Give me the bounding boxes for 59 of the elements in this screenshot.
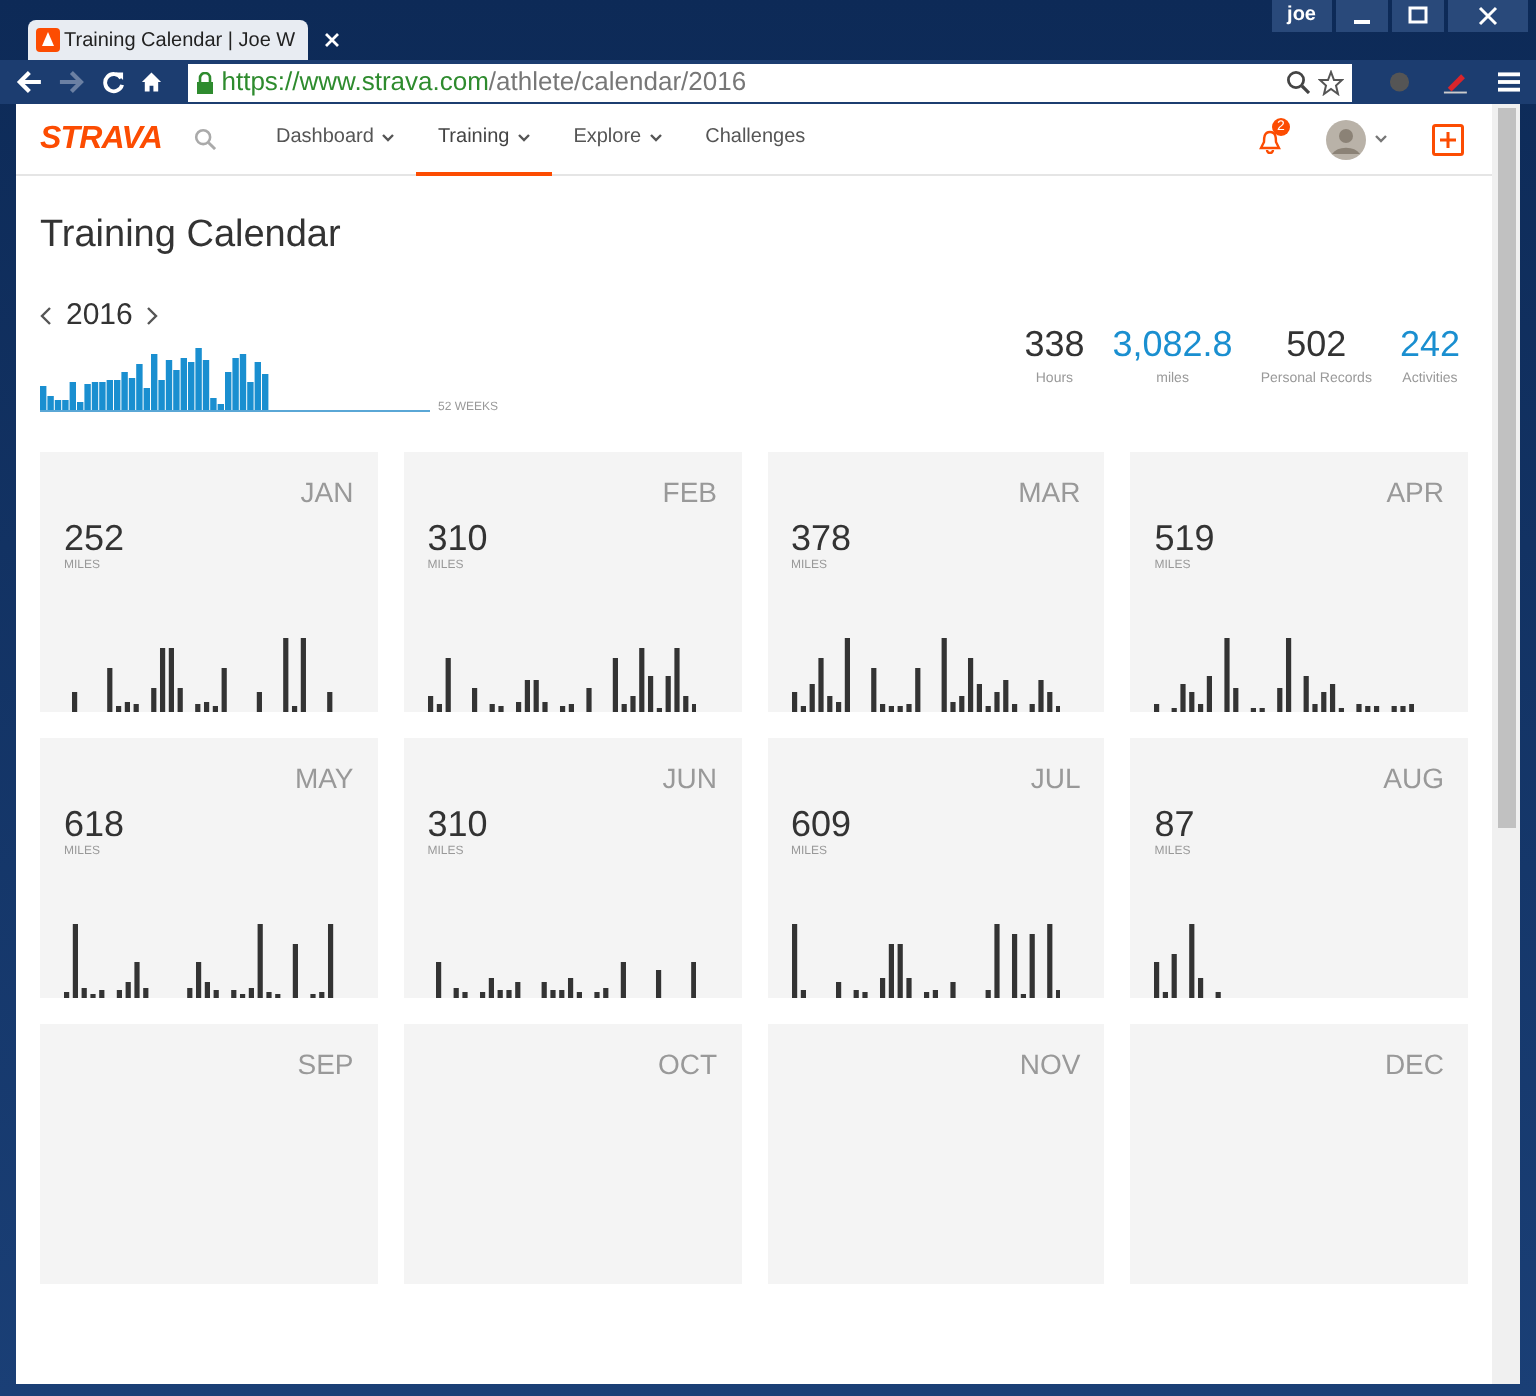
stat-value: 502 [1286, 322, 1347, 366]
month-name: JUN [662, 759, 717, 797]
url-text: https://www.strava.com/athlete/calendar/2016 [221, 64, 747, 101]
caret-icon [381, 133, 394, 141]
miles-value: 87 [1154, 803, 1197, 843]
close-icon[interactable] [1448, 0, 1528, 32]
month-name: MAY [294, 759, 354, 797]
home-icon[interactable] [140, 70, 164, 94]
reload-icon[interactable] [101, 70, 125, 94]
miles-value: 378 [791, 517, 854, 557]
back-icon[interactable] [16, 70, 43, 94]
miles-value: 252 [64, 517, 127, 557]
zoom-icon[interactable] [1285, 70, 1310, 94]
pen-icon[interactable] [1442, 70, 1470, 94]
bell-icon[interactable] [1258, 129, 1282, 153]
stat-value: 3,082.8 [1112, 322, 1233, 366]
nav-item[interactable]: Challenges [683, 103, 828, 175]
user-label: joe [1271, 0, 1332, 32]
caret-icon [649, 133, 662, 141]
chevron-right-icon[interactable] [146, 306, 159, 327]
month-name: DEC [1384, 1045, 1444, 1083]
month-name: SEP [297, 1045, 354, 1083]
month-name: JAN [300, 473, 354, 511]
month-name: AUG [1383, 759, 1444, 797]
miles-value: 310 [427, 803, 490, 843]
star-icon[interactable] [1317, 69, 1344, 95]
year-label: 2016 [66, 296, 133, 336]
stat-value: 338 [1024, 322, 1085, 366]
stat-value: 242 [1399, 322, 1460, 366]
scrollbar-thumb[interactable] [1497, 108, 1515, 828]
nav-item[interactable]: Dashboard [254, 103, 416, 175]
month-name: OCT [657, 1045, 717, 1083]
page-title: Training Calendar [40, 212, 343, 260]
lock-icon [195, 71, 214, 93]
caret-icon [517, 133, 530, 141]
minimize-icon[interactable] [1336, 0, 1388, 32]
month-name: JUL [1030, 759, 1081, 797]
flame-icon [36, 28, 60, 52]
maximize-icon[interactable] [1392, 0, 1444, 32]
add-icon[interactable] [1432, 123, 1464, 155]
avatar[interactable] [1326, 119, 1366, 159]
close-icon[interactable] [324, 32, 340, 48]
month-name: APR [1386, 473, 1444, 511]
menu-icon[interactable] [1497, 70, 1521, 94]
chevron-left-icon[interactable] [40, 306, 52, 327]
miles-value: 519 [1154, 517, 1217, 557]
nav-item[interactable]: Explore [551, 103, 684, 175]
address-bar[interactable]: https://www.strava.com/athlete/calendar/2016 [187, 63, 1352, 101]
nav-item[interactable]: Training [415, 103, 552, 175]
month-name: FEB [662, 473, 717, 511]
miles-value: 609 [791, 803, 854, 843]
miles-value: 310 [427, 517, 490, 557]
miles-value: 618 [64, 803, 127, 843]
browser-tab[interactable]: Training Calendar | Joe W [28, 20, 308, 60]
daily-bar-chart [1154, 923, 1222, 997]
forward-icon[interactable] [58, 70, 86, 94]
caret-icon[interactable] [1374, 134, 1388, 144]
month-name: MAR [1018, 473, 1081, 511]
month-name: NOV [1019, 1045, 1081, 1083]
